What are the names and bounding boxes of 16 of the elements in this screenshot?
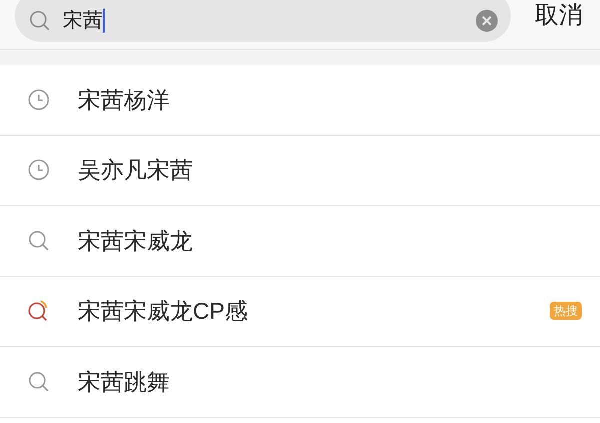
search-icon — [28, 370, 50, 393]
suggestion-text: 宋茜宋威龙CP感 — [78, 297, 249, 326]
cancel-button[interactable]: 取消 — [535, 4, 583, 28]
clear-icon[interactable] — [475, 9, 499, 33]
suggestion-text: 宋茜宋威龙 — [78, 226, 194, 256]
hot-badge: 热搜 — [550, 302, 582, 320]
suggestion-text: 宋茜跳舞 — [78, 368, 171, 396]
suggestion-item[interactable]: 宋茜宋威龙CP感 热搜 — [0, 276, 600, 347]
search-field[interactable]: 宋茜 — [15, 0, 511, 42]
clock-icon — [28, 159, 50, 182]
suggestion-text: 吴亦凡宋茜 — [78, 156, 194, 185]
search-icon — [29, 10, 51, 32]
suggestion-text: 宋茜杨洋 — [78, 86, 171, 114]
suggestion-item[interactable]: 吴亦凡宋茜 — [0, 136, 600, 206]
clock-icon — [28, 88, 50, 111]
search-icon — [28, 230, 50, 252]
